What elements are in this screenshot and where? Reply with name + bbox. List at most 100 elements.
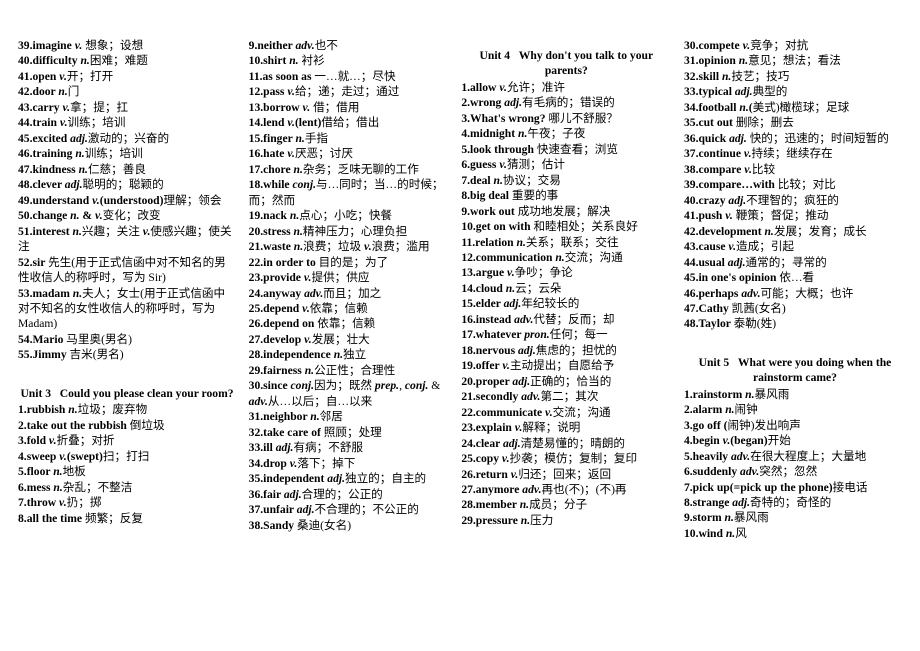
vocabulary-entry: 10.get on with 和睦相处；关系良好 xyxy=(461,220,638,234)
vocabulary-entry: 1.rubbish n.垃圾；废弃物 xyxy=(18,403,148,417)
vocabulary-entry: 38.compare v.比较 xyxy=(683,162,776,176)
vocabulary-entry: 24.clear adj.清楚易懂的；晴朗的 xyxy=(461,436,626,450)
vocabulary-entry: 4.midnight n.午夜；子夜 xyxy=(461,127,586,141)
vocabulary-entry: 37.continue v.持续；继续存在 xyxy=(683,147,833,161)
vocabulary-entry: 22.in order to 目的是；为了 xyxy=(248,255,389,269)
vocabulary-entry: 34.football n.(美式)橄榄球；足球 xyxy=(683,100,850,114)
vocabulary-entry: 44.train v.训练；培训 xyxy=(18,116,126,130)
vocabulary-entry: 4.begin v.(began)开始 xyxy=(683,434,791,448)
vocabulary-entry: 13.argue v.争吵；争论 xyxy=(461,266,573,280)
vocabulary-entry: 36.fair adj.合理的；公正的 xyxy=(248,487,383,501)
vocabulary-entry: 8.big deal 重要的事 xyxy=(461,189,559,203)
vocabulary-entry: 11.as soon as 一…就…；尽快 xyxy=(248,69,396,83)
vocabulary-entry: 15.elder adj.年纪较长的 xyxy=(461,297,580,311)
vocabulary-entry: 20.stress n.精神压力；心理负担 xyxy=(248,224,408,238)
vocabulary-entry: 18.while conj.与…同时；当…的时候；而；然而 xyxy=(248,178,444,207)
vocabulary-entry: 3.fold v.折叠；对折 xyxy=(18,434,115,448)
vocabulary-entry: 1.rainstorm n.暴风雨 xyxy=(683,387,790,401)
vocabulary-entry: 10.wind n.风 xyxy=(683,526,747,540)
vocabulary-entry: 30.since conj.因为；既然 prep., conj. & adv.从… xyxy=(248,379,441,408)
vocabulary-entry: 11.relation n.关系；联系；交往 xyxy=(461,235,619,249)
vocabulary-entry: 33.typical adj.典型的 xyxy=(683,85,788,99)
vocabulary-entry: 28.member n.成员；分子 xyxy=(461,498,588,512)
vocabulary-entry: 31.neighbor n.邻居 xyxy=(248,410,343,424)
vocabulary-entry: 37.unfair adj.不合理的；不公正的 xyxy=(248,503,419,517)
vocabulary-entry: 45.excited adj.激动的；兴奋的 xyxy=(18,131,170,145)
vocabulary-entry: 8.strange adj.奇特的；奇怪的 xyxy=(683,496,832,509)
vocabulary-entry: 26.depend on 依靠；信赖 xyxy=(248,317,376,331)
vocabulary-entry: 43.carry v.拿；提；扛 xyxy=(18,100,129,114)
vocabulary-entry: 15.finger n.手指 xyxy=(248,131,329,145)
vocabulary-entry: 38.Sandy 桑迪(女名) xyxy=(248,518,352,532)
vocabulary-entry: 32.take care of 照顾；处理 xyxy=(248,425,382,439)
vocabulary-entry: 36.quick adj. 快的；迅速的；时间短暂的 xyxy=(683,131,889,145)
vocabulary-entry: 7.pick up(=pick up the phone)接电话 xyxy=(683,480,868,494)
vocabulary-entry: 1.allow v.允许；准许 xyxy=(461,80,565,94)
vocabulary-entry: 9.neither adv.也不 xyxy=(248,39,338,52)
vocabulary-entry: 54.Mario 马里奥(男名) xyxy=(18,332,132,346)
vocabulary-entry: 12.communication n.交流；沟通 xyxy=(461,250,623,264)
vocabulary-entry: 17.whatever pron.任何；每一 xyxy=(461,328,608,342)
vocabulary-entry: 43.cause v.造成；引起 xyxy=(683,240,795,254)
vocabulary-entry: 33.ill adj.有病；不舒服 xyxy=(248,441,364,455)
vocabulary-entry: 2.take out the rubbish 倒垃圾 xyxy=(18,418,165,432)
vocabulary-entry: 50.change n. & v.变化；改变 xyxy=(18,209,161,223)
vocabulary-entry: 44.usual adj.通常的；寻常的 xyxy=(683,255,827,269)
vocabulary-entry: 40.difficulty n.困难；难题 xyxy=(18,54,148,68)
vocabulary-entry: 23.explain v.解释；说明 xyxy=(461,421,581,435)
vocabulary-entry: 24.anyway adv.而且；加之 xyxy=(248,286,382,300)
vocabulary-entry: 55.Jimmy 吉米(男名) xyxy=(18,348,124,362)
vocabulary-entry: 42.development n.发展；发育；成长 xyxy=(683,224,867,238)
vocabulary-entry: 2.alarm n.闹钟 xyxy=(683,403,758,417)
vocabulary-entry: 25.depend v.依靠；信赖 xyxy=(248,301,368,315)
vocabulary-entry: 9.storm n.暴风雨 xyxy=(683,511,769,525)
vocabulary-entry: 34.drop v.落下；掉下 xyxy=(248,456,356,470)
vocabulary-entry: 32.skill n.技艺；技巧 xyxy=(683,69,790,83)
vocabulary-entry: 29.fairness n.公正性；合理性 xyxy=(248,363,396,377)
vocabulary-entry: 5.heavily adv.在很大程度上；大量地 xyxy=(683,449,867,463)
unit-heading: Unit 5 What were you doing when the rain… xyxy=(698,355,892,385)
vocabulary-entry: 41.push v. 鞭策；督促；推动 xyxy=(683,209,829,223)
column-3: Unit 4 Why don't you talk to your parent… xyxy=(461,38,677,528)
vocabulary-entry: 45.in one's opinion 依…看 xyxy=(683,271,815,285)
vocabulary-entry: 27.develop v.发展；壮大 xyxy=(248,332,370,346)
vocabulary-entry: 17.chore n.杂务；乏味无聊的工作 xyxy=(248,162,419,176)
vocabulary-entry: 5.floor n.地板 xyxy=(18,465,86,479)
vocabulary-entry: 14.cloud n.云；云朵 xyxy=(461,281,562,295)
vocabulary-entry: 8.all the time 频繁；反复 xyxy=(18,511,143,525)
vocabulary-entry: 47.Cathy 凯茜(女名) xyxy=(683,301,786,315)
vocabulary-entry: 18.nervous adj.焦虑的；担忧的 xyxy=(461,343,617,357)
vocabulary-entry: 16.instead adv.代替；反而；却 xyxy=(461,312,615,326)
vocabulary-entry: 40.crazy adj.不理智的；疯狂的 xyxy=(683,193,839,207)
vocabulary-entry: 25.copy v.抄袭；模仿；复制；复印 xyxy=(461,452,638,466)
vocabulary-entry: 46.training n.训练；培训 xyxy=(18,147,143,161)
vocabulary-entry: 35.independent adj.独立的；自主的 xyxy=(248,472,427,486)
vocabulary-entry: 31.opinion n.意见；想法；看法 xyxy=(683,54,841,68)
vocabulary-entry: 14.lend v.(lent)借给；借出 xyxy=(248,116,380,130)
vocabulary-entry: 39.imagine v. 想象；设想 xyxy=(18,39,144,52)
unit-heading: Unit 3 Could you please clean your room? xyxy=(20,386,234,400)
vocabulary-entry: 6.guess v.猜测；估计 xyxy=(461,158,565,172)
vocabulary-entry: 35.cut out 删除；删去 xyxy=(683,116,794,130)
vocabulary-entry: 30.compete v.竞争；对抗 xyxy=(683,39,809,52)
vocabulary-entry: 7.deal n.协议；交易 xyxy=(461,173,561,187)
vocabulary-entry: 6.mess n.杂乱；不整洁 xyxy=(18,480,133,494)
vocabulary-entry: 6.suddenly adv.突然；忽然 xyxy=(683,465,818,479)
vocabulary-entry: 53.madam n.夫人；女士(用于正式信函中对不知名的女性收信人的称呼时，写… xyxy=(18,286,226,331)
vocabulary-entry: 4.sweep v.(swept)扫；打扫 xyxy=(18,449,150,463)
vocabulary-entry: 48.Taylor 泰勒(姓) xyxy=(683,317,777,331)
vocabulary-entry: 23.provide v.提供；供应 xyxy=(248,271,370,285)
vocabulary-entry: 3.go off (闹钟)发出响声 xyxy=(683,418,801,432)
vocabulary-entry: 41.open v.开；打开 xyxy=(18,69,114,83)
vocabulary-entry: 42.door n.门 xyxy=(18,85,80,99)
vocabulary-entry: 21.waste n.浪费；垃圾 v.浪费；滥用 xyxy=(248,240,430,254)
vocabulary-page: 39.imagine v. 想象；设想 40.difficulty n.困难；难题… xyxy=(0,0,920,651)
vocabulary-entry: 46.perhaps adv.可能；大概；也许 xyxy=(683,286,854,300)
vocabulary-entry: 49.understand v.(understood)理解；领会 xyxy=(18,193,222,207)
vocabulary-entry: 2.wrong adj.有毛病的；错误的 xyxy=(461,96,615,110)
vocabulary-entry: 39.compare…with 比较；对比 xyxy=(683,178,836,192)
vocabulary-entry: 51.interest n.兴趣；关注 v.使感兴趣；使关注 xyxy=(18,224,232,254)
vocabulary-entry: 12.pass v.给；递；走过；通过 xyxy=(248,85,400,99)
